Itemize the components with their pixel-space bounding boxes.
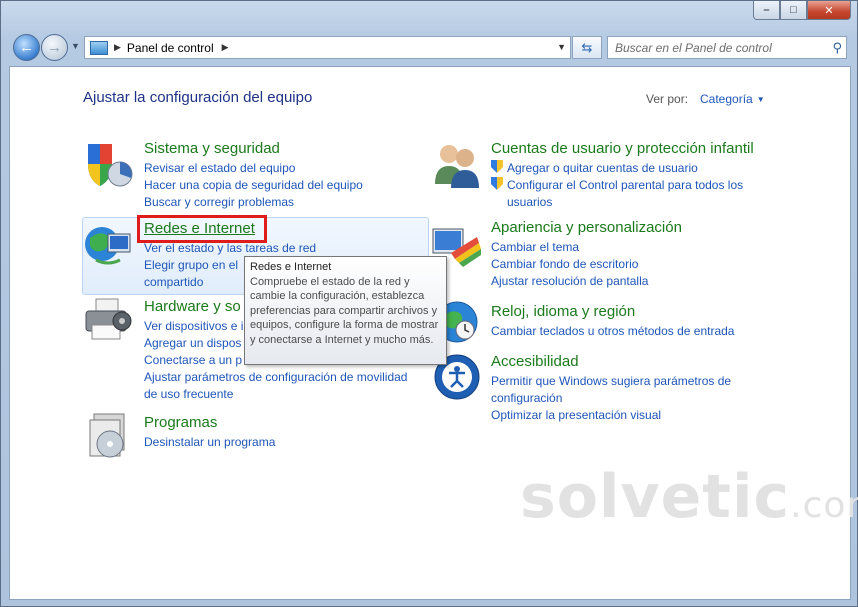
category-title-user-accounts[interactable]: Cuentas de usuario y protección infantil xyxy=(491,140,781,157)
category-accessibility: Accesibilidad Permitir que Windows sugie… xyxy=(491,353,751,424)
link-add-remove-accounts[interactable]: Agregar o quitar cuentas de usuario xyxy=(507,160,698,177)
max-icon: □ xyxy=(790,4,797,16)
printer-icon xyxy=(85,298,132,340)
recent-pages-dropdown[interactable]: ▼ xyxy=(71,41,80,51)
link-mobility-settings[interactable]: Ajustar parámetros de configuración de m… xyxy=(144,369,419,403)
chevron-down-icon: ▼ xyxy=(756,95,765,104)
minimize-button[interactable]: ⎯ xyxy=(753,1,780,20)
close-button[interactable]: ✕ xyxy=(807,1,851,20)
view-by-value[interactable]: Categoría xyxy=(700,92,753,106)
category-title-appearance[interactable]: Apariencia y personalización xyxy=(491,219,682,236)
category-user-accounts: Cuentas de usuario y protección infantil… xyxy=(491,140,781,211)
view-by-dropdown[interactable]: Categoría ▼ xyxy=(700,92,765,106)
users-icon xyxy=(435,145,479,188)
watermark-text: solvetic xyxy=(520,462,791,532)
main-content: Ajustar la configuración del equipo Ver … xyxy=(9,66,858,600)
link-uninstall-program[interactable]: Desinstalar un programa xyxy=(144,434,275,451)
forward-button[interactable]: → xyxy=(41,34,68,61)
tooltip-body: Compruebe el estado de la red y cambie l… xyxy=(250,275,439,346)
min-icon: ⎯ xyxy=(763,3,770,16)
link-change-theme[interactable]: Cambiar el tema xyxy=(491,239,682,256)
network-globe-icon xyxy=(85,227,131,265)
link-optimize-display[interactable]: Optimizar la presentación visual xyxy=(491,407,751,424)
watermark-suffix: .com xyxy=(790,485,858,526)
category-title-accessibility[interactable]: Accesibilidad xyxy=(491,353,751,370)
category-clock-region: Reloj, idioma y región Cambiar teclados … xyxy=(491,303,734,340)
back-arrow-icon: ← xyxy=(19,39,34,56)
refresh-icon: ⇆ xyxy=(581,39,593,55)
caption-buttons: ⎯ □ ✕ xyxy=(753,1,851,20)
shield-link-row: Agregar o quitar cuentas de usuario xyxy=(491,160,781,177)
category-appearance: Apariencia y personalización Cambiar el … xyxy=(491,219,682,290)
control-panel-window: ⎯ □ ✕ ← → ▼ ▶ Panel de control ▶ ▼ ⇆ ⚲ A… xyxy=(0,0,858,607)
search-input[interactable] xyxy=(613,39,818,56)
search-box[interactable]: ⚲ xyxy=(607,36,847,59)
control-panel-icon xyxy=(90,40,108,55)
breadcrumb-separator-icon[interactable]: ▶ xyxy=(114,42,121,53)
maximize-button[interactable]: □ xyxy=(780,1,807,20)
link-backup[interactable]: Hacer una copia de seguridad del equipo xyxy=(144,177,363,194)
close-icon: ✕ xyxy=(824,4,834,17)
search-icon[interactable]: ⚲ xyxy=(832,40,842,56)
tooltip: Redes e Internet Compruebe el estado de … xyxy=(244,256,447,365)
link-keyboards[interactable]: Cambiar teclados u otros métodos de entr… xyxy=(491,323,734,340)
category-title-clock-region[interactable]: Reloj, idioma y región xyxy=(491,303,734,320)
chevron-down-icon: ▼ xyxy=(71,41,80,51)
uac-shield-icon xyxy=(491,177,503,190)
page-title: Ajustar la configuración del equipo xyxy=(83,89,313,106)
highlight-annotation-box xyxy=(137,215,267,243)
programs-disc-icon xyxy=(89,413,125,458)
breadcrumb-arrow-icon[interactable]: ▶ xyxy=(222,42,229,53)
link-change-background[interactable]: Cambiar fondo de escritorio xyxy=(491,256,682,273)
forward-arrow-icon: → xyxy=(47,39,62,56)
back-button[interactable]: ← xyxy=(13,34,40,61)
tooltip-title: Redes e Internet xyxy=(250,261,332,273)
navigation-bar: ← → ▼ ▶ Panel de control ▶ ▼ ⇆ ⚲ xyxy=(9,33,851,63)
uac-shield-icon xyxy=(491,160,503,173)
link-troubleshoot[interactable]: Buscar y corregir problemas xyxy=(144,194,363,211)
category-system-security: Sistema y seguridad Revisar el estado de… xyxy=(144,140,363,211)
link-review-status[interactable]: Revisar el estado del equipo xyxy=(144,160,363,177)
view-by-label: Ver por: xyxy=(646,92,689,106)
breadcrumb-control-panel[interactable]: Panel de control xyxy=(127,41,214,55)
link-screen-resolution[interactable]: Ajustar resolución de pantalla xyxy=(491,273,682,290)
watermark-logo: solvetic.com xyxy=(520,462,858,532)
link-suggest-settings[interactable]: Permitir que Windows sugiera parámetros … xyxy=(491,373,741,407)
link-parental-control[interactable]: Configurar el Control parental para todo… xyxy=(507,177,762,211)
shield-link-row: Configurar el Control parental para todo… xyxy=(491,177,781,211)
address-bar[interactable]: ▶ Panel de control ▶ ▼ xyxy=(84,36,571,59)
refresh-button[interactable]: ⇆ xyxy=(572,36,602,59)
category-title-system-security[interactable]: Sistema y seguridad xyxy=(144,140,363,157)
category-title-programs[interactable]: Programas xyxy=(144,414,275,431)
address-dropdown-icon[interactable]: ▼ xyxy=(557,42,566,52)
category-programs: Programas Desinstalar un programa xyxy=(144,414,275,451)
security-shield-icon xyxy=(88,144,133,187)
